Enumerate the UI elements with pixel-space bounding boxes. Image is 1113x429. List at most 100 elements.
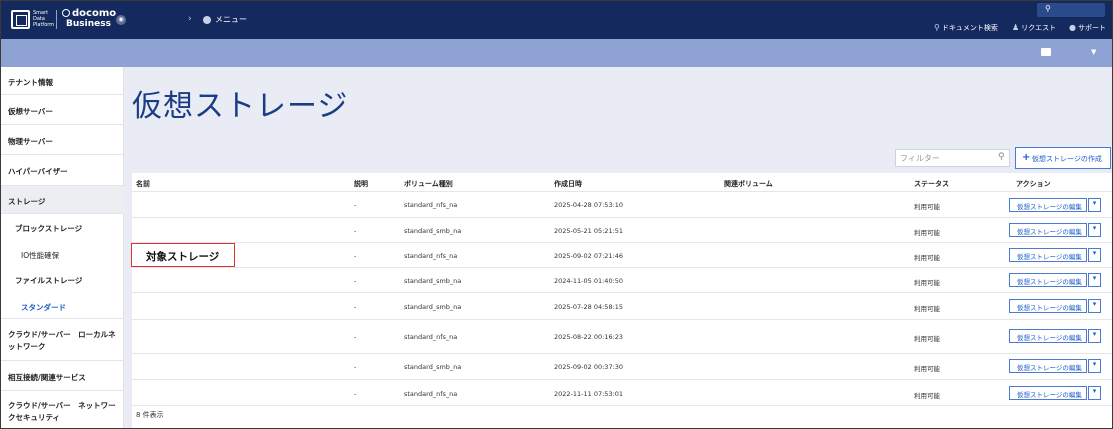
edit-storage-button[interactable]: 仮想ストレージの編集 (1009, 223, 1087, 237)
action-dropdown-icon[interactable]: ▾ (1088, 273, 1101, 287)
edit-storage-button[interactable]: 仮想ストレージの編集 (1009, 329, 1087, 343)
request-label: リクエスト (1021, 24, 1057, 32)
edit-storage-button[interactable]: 仮想ストレージの編集 (1009, 386, 1087, 400)
table-row[interactable]: - standard_smb_na 2024-11-05 01:40:50 利用… (132, 267, 1112, 292)
create-storage-button[interactable]: + 仮想ストレージの作成 (1015, 147, 1111, 169)
support-label: サポート (1077, 24, 1106, 32)
app-window: Smart Data Platform docomo Business ◉ › … (0, 0, 1113, 429)
edit-storage-button[interactable]: 仮想ストレージの編集 (1009, 299, 1087, 313)
sidebar-item-label: 物理サーバー (8, 137, 53, 146)
action-dropdown-icon[interactable]: ▾ (1088, 386, 1101, 400)
sidebar-item-label: IO性能確保 (21, 251, 60, 260)
edit-storage-button[interactable]: 仮想ストレージの編集 (1009, 248, 1087, 262)
sidebar-item-interconnect[interactable]: 相互接続/関連サービス (1, 361, 124, 391)
col-header-related-volume[interactable]: 関連ボリューム (724, 179, 773, 189)
sidebar-item-hypervisor[interactable]: ハイパーバイザー (1, 155, 124, 186)
col-header-name[interactable]: 名前 (136, 179, 150, 189)
col-header-status[interactable]: ステータス (914, 179, 949, 189)
plus-icon: + (1022, 152, 1031, 163)
edit-storage-button[interactable]: 仮想ストレージの編集 (1009, 359, 1087, 373)
table-row[interactable]: - standard_nfs_na 2025-09-02 07:21:46 利用… (132, 242, 1112, 267)
cell-created: 2025-04-28 07:53:10 (554, 201, 624, 209)
sidebar-item-label: スタンダード (21, 303, 66, 312)
support-link[interactable]: ● サポート (1069, 23, 1106, 33)
doc-search-link[interactable]: ⚲ ドキュメント検索 (934, 23, 998, 33)
action-dropdown-icon[interactable]: ▾ (1088, 299, 1101, 313)
col-header-volume-type[interactable]: ボリューム種別 (404, 179, 453, 189)
edit-storage-button[interactable]: 仮想ストレージの編集 (1009, 273, 1087, 287)
table-row[interactable]: - standard_smb_na 2025-05-21 05:21:51 利用… (132, 217, 1112, 242)
brand-name-2: Business (66, 19, 111, 29)
sidebar-item-physical-server[interactable]: 物理サーバー (1, 125, 124, 155)
filter-input[interactable] (900, 152, 992, 165)
action-dropdown-icon[interactable]: ▾ (1088, 198, 1101, 212)
table-row[interactable]: - standard_nfs_na 2022-11-11 07:53:01 利用… (132, 379, 1112, 406)
table-row[interactable]: - standard_nfs_na 2025-08-22 00:16:23 利用… (132, 319, 1112, 353)
tenant-switch-icon[interactable]: ◉ (116, 15, 126, 25)
smart-data-platform-logo-icon[interactable] (11, 10, 30, 29)
filter-box[interactable]: ⚲ (895, 149, 1010, 167)
page-title: 仮想ストレージ (132, 89, 349, 124)
sidebar-item-label: ファイルストレージ (15, 276, 83, 285)
cell-volume-type: standard_nfs_na (404, 201, 458, 209)
action-dropdown-icon[interactable]: ▾ (1088, 329, 1101, 343)
sidebar-item-label-line2: ットワーク (8, 342, 46, 351)
cell-description: - (354, 303, 357, 311)
region-icon[interactable] (1041, 48, 1051, 56)
sidebar-item-label: 仮想サーバー (8, 107, 53, 116)
storage-table: 名前 説明 ボリューム種別 作成日時 関連ボリューム ステータス アクション -… (132, 173, 1112, 428)
sidebar-item-file-storage[interactable]: ファイルストレージ (1, 266, 124, 292)
sidebar-item-label-line1: クラウド/サーバー ローカルネ (8, 330, 116, 339)
brand-name-1: docomo (72, 8, 117, 19)
sidebar-item-cloud-network-security[interactable]: クラウド/サーバー ネットワー クセキュリティ (1, 391, 124, 428)
cell-created: 2025-08-22 00:16:23 (554, 333, 624, 341)
sidebar-item-block-storage[interactable]: ブロックストレージ (1, 214, 124, 239)
sidebar-item-tenant[interactable]: テナント情報 (1, 67, 124, 95)
edit-storage-label: 仮想ストレージの編集 (1017, 228, 1082, 236)
callout-label: 対象ストレージ (146, 251, 220, 263)
user-menu[interactable]: ⚲ (1037, 3, 1105, 17)
breadcrumb-chevron-icon: › (188, 14, 192, 24)
cell-status: 利用可能 (914, 335, 940, 343)
action-dropdown-icon[interactable]: ▾ (1088, 248, 1101, 262)
sidebar-item-cloud-local-network[interactable]: クラウド/サーバー ローカルネ ットワーク (1, 318, 124, 361)
region-dropdown-icon[interactable]: ▼ (1091, 48, 1096, 56)
sidebar-item-label: 相互接続/関連サービス (8, 373, 86, 382)
target-storage-callout: 対象ストレージ (131, 243, 235, 267)
col-header-created[interactable]: 作成日時 (554, 179, 582, 189)
col-header-description[interactable]: 説明 (354, 179, 368, 189)
docomo-business-logo[interactable]: docomo Business (62, 8, 116, 29)
request-link[interactable]: ♟ リクエスト (1012, 23, 1056, 33)
cell-status: 利用可能 (914, 254, 940, 262)
cell-status: 利用可能 (914, 305, 940, 313)
action-dropdown-icon[interactable]: ▾ (1088, 223, 1101, 237)
table-row[interactable]: - standard_smb_na 2025-09-02 00:37:30 利用… (132, 353, 1112, 379)
main-content: 仮想ストレージ ⚲ + 仮想ストレージの作成 名前 説明 ボリューム種別 作成日… (124, 67, 1112, 428)
create-storage-label: 仮想ストレージの作成 (1032, 155, 1102, 163)
request-icon: ♟ (1012, 23, 1020, 32)
sidebar-item-label: テナント情報 (8, 78, 53, 87)
cell-volume-type: standard_smb_na (404, 227, 462, 235)
top-header: Smart Data Platform docomo Business ◉ › … (1, 1, 1112, 39)
sidebar-item-label: ブロックストレージ (15, 224, 83, 233)
cell-created: 2025-09-02 00:37:30 (554, 363, 624, 371)
sidebar-item-virtual-server[interactable]: 仮想サーバー (1, 95, 124, 125)
sidebar-item-standard[interactable]: スタンダード (1, 292, 124, 318)
sidebar-item-io-performance[interactable]: IO性能確保 (1, 239, 124, 266)
menu-icon[interactable] (203, 16, 211, 24)
cell-volume-type: standard_smb_na (404, 277, 462, 285)
cell-description: - (354, 277, 357, 285)
sidebar-item-storage[interactable]: ストレージ (1, 186, 124, 214)
cell-description: - (354, 227, 357, 235)
table-row[interactable]: - standard_smb_na 2025-07-28 04:58:15 利用… (132, 292, 1112, 319)
cell-volume-type: standard_nfs_na (404, 252, 458, 260)
sub-toolbar: ▼ (1, 39, 1112, 67)
cell-volume-type: standard_nfs_na (404, 333, 458, 341)
cell-created: 2025-05-21 05:21:51 (554, 227, 624, 235)
cell-description: - (354, 201, 357, 209)
table-row[interactable]: - standard_nfs_na 2025-04-28 07:53:10 利用… (132, 191, 1112, 217)
menu-button[interactable]: メニュー (215, 14, 247, 25)
edit-storage-button[interactable]: 仮想ストレージの編集 (1009, 198, 1087, 212)
action-dropdown-icon[interactable]: ▾ (1088, 359, 1101, 373)
sidebar-item-label: ハイパーバイザー (8, 167, 68, 176)
